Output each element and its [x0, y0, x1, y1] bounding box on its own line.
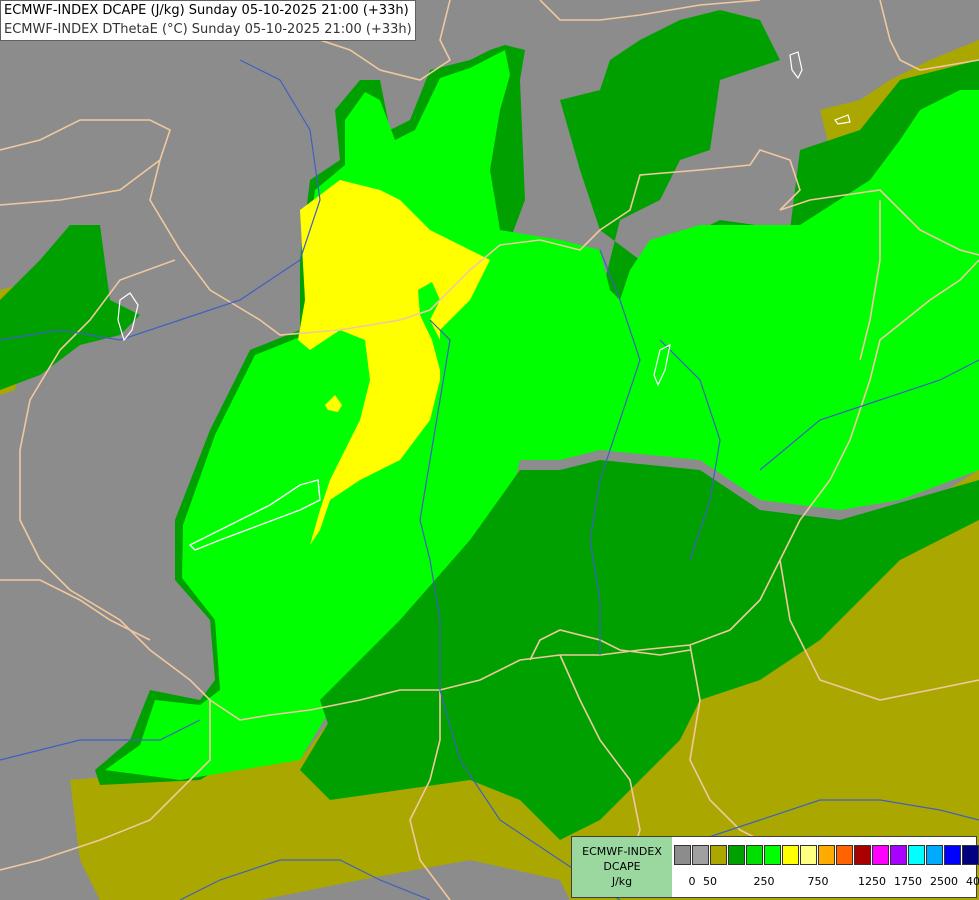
legend-swatch	[872, 845, 889, 865]
legend-field: DCAPE	[603, 860, 641, 873]
legend-swatch	[746, 845, 763, 865]
map-title-box: ECMWF-INDEX DCAPE (J/kg) Sunday 05-10-20…	[0, 0, 416, 41]
legend-swatch	[818, 845, 835, 865]
legend-tick: 250	[753, 875, 775, 888]
legend-tick: 4000	[966, 875, 979, 888]
legend-swatch	[764, 845, 781, 865]
legend-swatch	[674, 845, 691, 865]
legend-label: ECMWF-INDEX DCAPE J/kg	[572, 837, 672, 897]
legend-tick: 50	[703, 875, 717, 888]
dcape-map	[0, 0, 979, 900]
legend-swatch	[962, 845, 979, 865]
legend-swatch	[926, 845, 943, 865]
map-title-dcape: ECMWF-INDEX DCAPE (J/kg) Sunday 05-10-20…	[4, 3, 409, 18]
legend-swatch	[728, 845, 745, 865]
legend: ECMWF-INDEX DCAPE J/kg 0 50 250 750 1250 1750…	[571, 836, 979, 898]
legend-swatch	[836, 845, 853, 865]
legend-tick: 1250	[858, 875, 886, 888]
legend-swatch	[890, 845, 907, 865]
legend-unit: J/kg	[611, 875, 633, 888]
legend-swatch	[692, 845, 709, 865]
legend-color-scale	[674, 845, 979, 867]
legend-swatch	[782, 845, 799, 865]
legend-swatch	[710, 845, 727, 865]
legend-tick: 1750	[894, 875, 922, 888]
legend-product: ECMWF-INDEX	[582, 845, 662, 858]
legend-swatch	[854, 845, 871, 865]
legend-tick: 0	[688, 875, 696, 888]
legend-swatch	[944, 845, 961, 865]
map-title-dthetae: ECMWF-INDEX DThetaE (°C) Sunday 05-10-20…	[4, 22, 412, 37]
legend-tick-labels: 0 50 250 750 1250 1750 2500 4000	[674, 875, 979, 891]
legend-swatch	[908, 845, 925, 865]
legend-tick: 2500	[930, 875, 958, 888]
legend-swatch	[800, 845, 817, 865]
legend-tick: 750	[807, 875, 829, 888]
